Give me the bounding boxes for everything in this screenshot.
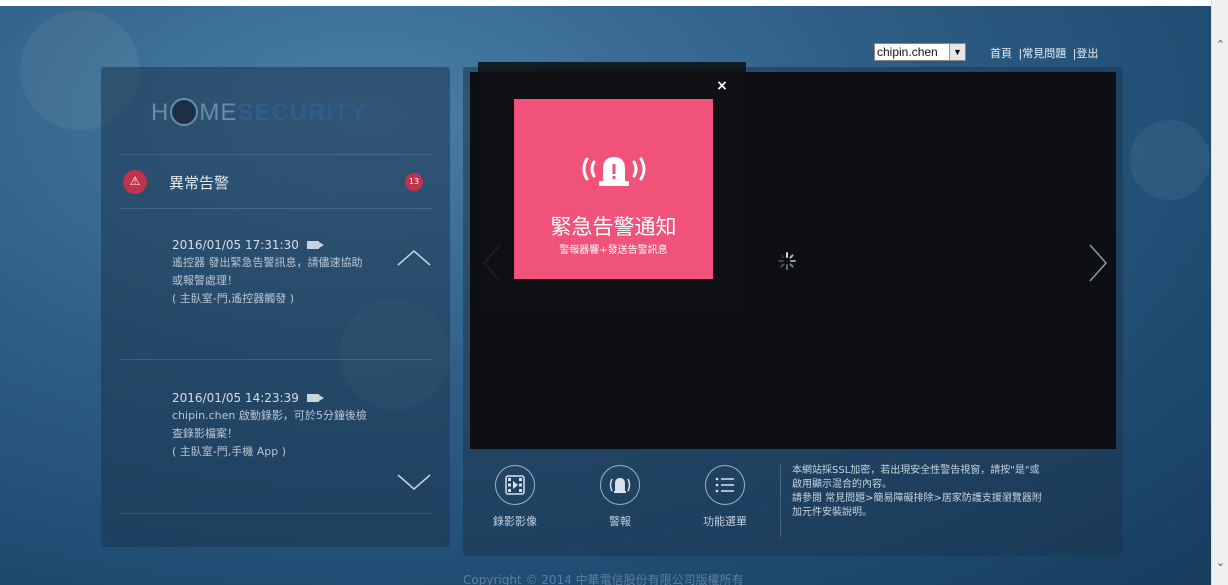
- video-camera-icon[interactable]: [306, 394, 324, 402]
- top-links: 首頁 |常見問題 |登出: [990, 45, 1101, 61]
- scroll-up-icon[interactable]: ⌃: [1212, 36, 1228, 53]
- link-logout[interactable]: |登出: [1073, 47, 1099, 60]
- siren-icon: [582, 157, 646, 186]
- function-menu-button[interactable]: 功能選單: [690, 465, 760, 529]
- alert-text: chipin.chen 啟動錄影，可於5分鐘後檢: [172, 409, 367, 422]
- scrollbar[interactable]: ⌃ ⌄: [1211, 0, 1228, 585]
- record-video-button[interactable]: 錄影影像: [480, 465, 550, 529]
- alert-count-badge: 13: [405, 173, 423, 191]
- link-home[interactable]: 首頁: [990, 47, 1012, 60]
- function-menu-label: 功能選單: [703, 515, 747, 528]
- divider: [119, 359, 433, 360]
- ssl-info-text: 本網站採SSL加密，若出現安全性警告視窗，請按"是"或 啟用顯示混合的內容。 請…: [792, 465, 1042, 518]
- divider: [119, 513, 433, 514]
- record-video-label: 錄影影像: [493, 515, 537, 528]
- chevron-down-icon[interactable]: [396, 465, 432, 501]
- warning-icon: ⚠: [123, 170, 147, 194]
- user-select[interactable]: chipin.chen ▼: [874, 43, 966, 61]
- alert-title: 異常告警: [169, 173, 230, 192]
- chevron-right-icon[interactable]: [1086, 243, 1110, 283]
- bokeh-decoration: [1130, 120, 1210, 200]
- menu-icon: [715, 477, 734, 493]
- film-icon: [505, 475, 525, 495]
- divider: [119, 208, 433, 209]
- alert-text: 查錄影檔案！: [172, 427, 238, 440]
- alert-time: 2016/01/05 17:31:30: [172, 238, 299, 252]
- divider: [780, 465, 781, 537]
- home-security-logo: H MESECURITY: [151, 97, 367, 126]
- alert-text: 或報警處理！: [172, 274, 238, 287]
- emergency-alert-card[interactable]: 緊急告警通知 警報器響+發送告警訊息: [514, 99, 713, 279]
- modal-subtitle: 警報器響+發送告警訊息: [559, 245, 668, 256]
- alarm-button[interactable]: 警報: [585, 465, 655, 529]
- alert-time: 2016/01/05 14:23:39: [172, 391, 299, 405]
- lock-icon: [170, 97, 199, 126]
- copyright: Copyright © 2014 中華電信股份有限公司版權所有: [463, 573, 744, 585]
- browser-top-strip: [0, 0, 1228, 6]
- user-select-value: chipin.chen: [877, 45, 938, 59]
- alert-source: ( 主臥室-門,遙控器觸發 ): [172, 292, 295, 305]
- alarm-label: 警報: [609, 515, 631, 528]
- alert-panel: H MESECURITY ⚠ 異常告警 13 2016/01/05 17:31:3…: [101, 67, 450, 547]
- alert-text: 遙控器 發出緊急告警訊息，請儘速協助: [172, 256, 363, 269]
- chevron-up-icon[interactable]: [396, 239, 432, 275]
- close-icon[interactable]: ×: [714, 78, 730, 94]
- video-camera-icon[interactable]: [306, 241, 324, 249]
- alert-item[interactable]: 2016/01/05 14:23:39 chipin.chen 啟動錄影，可於5…: [172, 389, 402, 461]
- modal-title: 緊急告警通知: [550, 215, 677, 239]
- chevron-down-icon: ▼: [949, 44, 965, 60]
- divider: [119, 154, 433, 155]
- scroll-down-icon[interactable]: ⌄: [1212, 554, 1228, 571]
- alert-item[interactable]: 2016/01/05 17:31:30 遙控器 發出緊急告警訊息，請儘速協助 或…: [172, 236, 402, 308]
- alarm-icon: [609, 478, 631, 493]
- alert-header[interactable]: ⚠ 異常告警 13: [123, 167, 423, 197]
- alert-source: ( 主臥室-門,手機 App ): [172, 445, 287, 458]
- loading-spinner-icon: [778, 252, 796, 270]
- link-faq[interactable]: |常見問題: [1019, 47, 1067, 60]
